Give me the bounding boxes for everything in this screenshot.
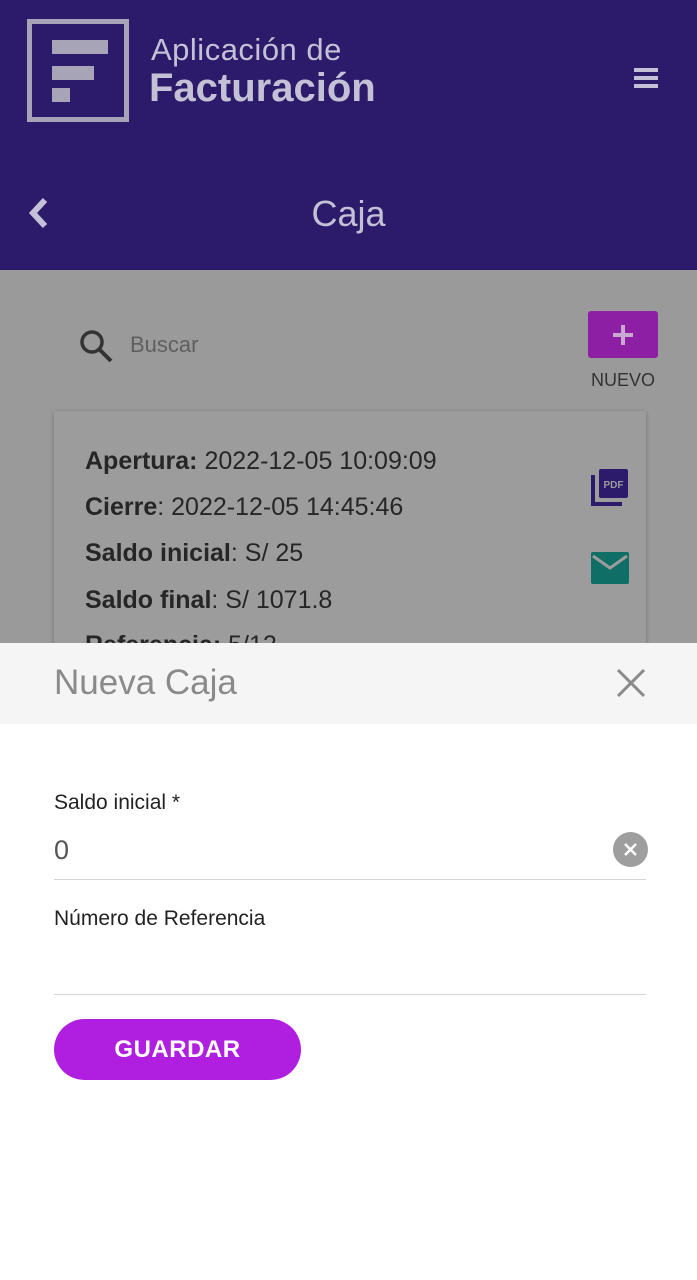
app-logo-icon: [27, 19, 129, 122]
numero-referencia-label: Número de Referencia: [54, 907, 266, 930]
email-icon[interactable]: [591, 552, 629, 584]
numero-referencia-underline: [54, 994, 646, 995]
new-caja-button[interactable]: [588, 311, 658, 358]
page-title: Caja: [311, 193, 386, 234]
hamburger-menu-icon[interactable]: [634, 68, 658, 88]
save-button[interactable]: GUARDAR: [54, 1019, 301, 1080]
app-name-line2: Facturación: [149, 66, 376, 110]
apertura-row: Apertura: 2022-12-05 10:09:09: [85, 447, 437, 475]
modal-title: Nueva Caja: [54, 663, 237, 702]
saldo-inicial-label: Saldo inicial *: [54, 791, 181, 814]
saldo-inicial-underline: [54, 879, 646, 880]
saldo-final-row: Saldo final: S/ 1071.8: [85, 586, 333, 614]
pdf-icon[interactable]: PDF: [590, 467, 630, 507]
numero-referencia-input[interactable]: [54, 945, 594, 983]
cierre-row: Cierre: 2022-12-05 14:45:46: [85, 493, 404, 521]
referencia-row: Referencia: 5/12: [85, 631, 277, 643]
clear-input-icon[interactable]: [613, 832, 648, 867]
caja-card: Apertura: 2022-12-05 10:09:09 Cierre: 20…: [54, 411, 646, 643]
close-icon[interactable]: [613, 665, 649, 701]
new-button-label: NUEVO: [590, 370, 655, 390]
app-name-line1: Aplicación de: [151, 32, 342, 67]
caja-list-area: NUEVO Apertura: 2022-12-05 10:09:09 Cier…: [0, 270, 697, 643]
search-icon: [80, 330, 113, 363]
app-header: Aplicación de Facturación Caja: [0, 0, 697, 270]
svg-text:PDF: PDF: [604, 480, 624, 491]
new-caja-modal: Nueva Caja Saldo inicial * Número de Ref…: [0, 643, 697, 1280]
saldo-inicial-row: Saldo inicial: S/ 25: [85, 539, 304, 567]
saldo-inicial-input[interactable]: [54, 831, 594, 869]
modal-header: Nueva Caja: [0, 643, 697, 724]
search-input[interactable]: [130, 328, 430, 362]
